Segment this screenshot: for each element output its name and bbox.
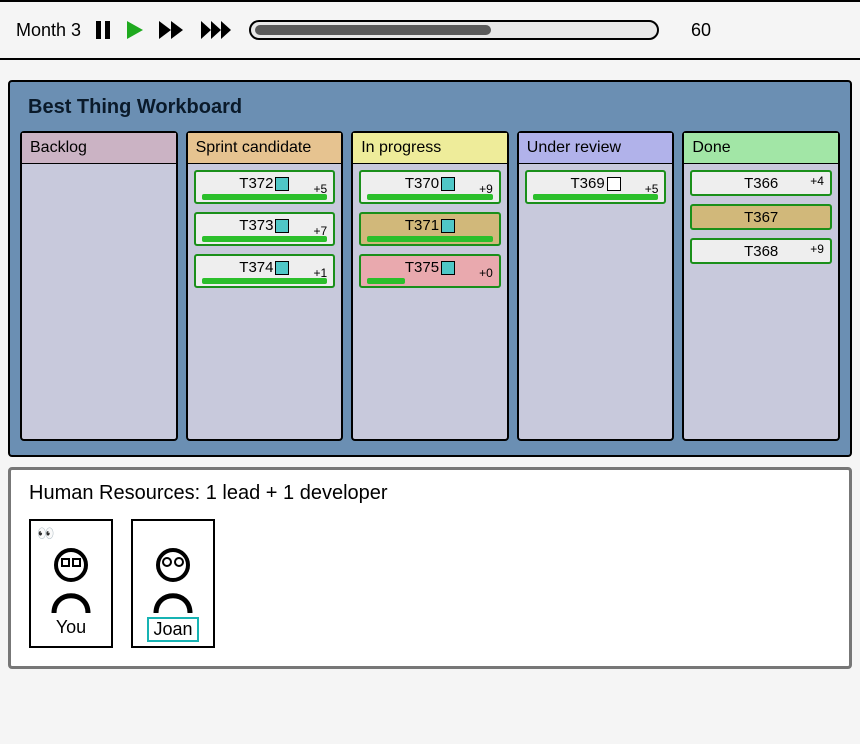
- task-card[interactable]: T366 +4: [690, 170, 832, 196]
- assignee-chip: [607, 177, 621, 191]
- task-card[interactable]: T372 +5: [194, 170, 336, 204]
- task-card[interactable]: T371: [359, 212, 501, 246]
- task-progress-bar: [202, 194, 328, 200]
- task-card[interactable]: T368 +9: [690, 238, 832, 264]
- assignee-chip: [275, 261, 289, 275]
- assignee-chip: [275, 177, 289, 191]
- workboard-title: Best Thing Workboard: [20, 92, 840, 131]
- task-card[interactable]: T374 +1: [194, 254, 336, 288]
- column-sprint-candidate[interactable]: Sprint candidate T372 +5 T373 +7 T374 +1: [186, 131, 344, 441]
- column-header: Under review: [519, 133, 673, 164]
- task-card[interactable]: T369 +5: [525, 170, 667, 204]
- column-header: Backlog: [22, 133, 176, 164]
- task-card[interactable]: T370 +9: [359, 170, 501, 204]
- task-id: T370: [405, 175, 439, 192]
- task-card[interactable]: T373 +7: [194, 212, 336, 246]
- task-progress-bar: [367, 236, 493, 242]
- task-card[interactable]: T375 +0: [359, 254, 501, 288]
- hr-panel: Human Resources: 1 lead + 1 developer 👀 Y…: [8, 467, 852, 669]
- column-backlog[interactable]: Backlog: [20, 131, 178, 441]
- task-score: +9: [479, 182, 493, 196]
- time-progress-bar[interactable]: [249, 20, 659, 40]
- very-fast-forward-button[interactable]: [201, 20, 235, 40]
- task-id: T374: [239, 259, 273, 276]
- assignee-chip: [441, 261, 455, 275]
- column-done[interactable]: Done T366 +4 T367 T368 +9: [682, 131, 840, 441]
- task-score: +1: [314, 266, 328, 280]
- time-control-bar: Month 3 60: [0, 0, 860, 60]
- column-body: T370 +9 T371 T375 +0: [353, 164, 507, 294]
- month-label: Month 3: [16, 20, 81, 41]
- task-id: T373: [239, 217, 273, 234]
- task-id: T368: [744, 243, 778, 260]
- person-card[interactable]: Joan: [131, 519, 215, 648]
- task-progress-bar: [202, 278, 328, 284]
- assignee-chip: [441, 177, 455, 191]
- task-id: T369: [570, 175, 604, 192]
- task-score: +5: [645, 182, 659, 196]
- task-id: T366: [744, 175, 778, 192]
- task-progress-bar: [202, 236, 328, 242]
- assignee-chip: [441, 219, 455, 233]
- task-score: +5: [314, 182, 328, 196]
- task-score: +9: [810, 242, 824, 256]
- column-header: Sprint candidate: [188, 133, 342, 164]
- play-button[interactable]: [125, 20, 145, 40]
- task-progress-bar: [367, 194, 493, 200]
- task-id: T372: [239, 175, 273, 192]
- column-body: [22, 164, 176, 176]
- lead-eyes-icon: 👀: [37, 525, 54, 542]
- task-score: +0: [479, 266, 493, 280]
- column-body: T366 +4 T367 T368 +9: [684, 164, 838, 270]
- pause-button[interactable]: [95, 20, 111, 40]
- column-header: In progress: [353, 133, 507, 164]
- workboard-columns: Backlog Sprint candidate T372 +5 T373 +7 T374 +…: [20, 131, 840, 441]
- column-in-progress[interactable]: In progress T370 +9 T371 T375 +0: [351, 131, 509, 441]
- column-under-review[interactable]: Under review T369 +5: [517, 131, 675, 441]
- task-id: T371: [405, 217, 439, 234]
- person-name: You: [56, 617, 86, 638]
- task-progress-bar: [533, 194, 659, 200]
- hr-people: 👀 You Joan: [29, 519, 831, 648]
- task-progress-bar: [367, 278, 405, 284]
- person-card[interactable]: 👀 You: [29, 519, 113, 648]
- task-score: +7: [314, 224, 328, 238]
- time-progress-fill: [255, 25, 490, 35]
- person-name: Joan: [147, 617, 198, 642]
- assignee-chip: [275, 219, 289, 233]
- workboard-panel: Best Thing Workboard Backlog Sprint candi…: [8, 80, 852, 457]
- task-id: T375: [405, 259, 439, 276]
- task-score: +4: [810, 174, 824, 188]
- fast-forward-button[interactable]: [159, 20, 187, 40]
- day-counter: 60: [691, 20, 711, 41]
- column-header: Done: [684, 133, 838, 164]
- column-body: T369 +5: [519, 164, 673, 210]
- task-card[interactable]: T367: [690, 204, 832, 230]
- column-body: T372 +5 T373 +7 T374 +1: [188, 164, 342, 294]
- hr-title: Human Resources: 1 lead + 1 developer: [29, 482, 831, 505]
- task-id: T367: [744, 209, 778, 226]
